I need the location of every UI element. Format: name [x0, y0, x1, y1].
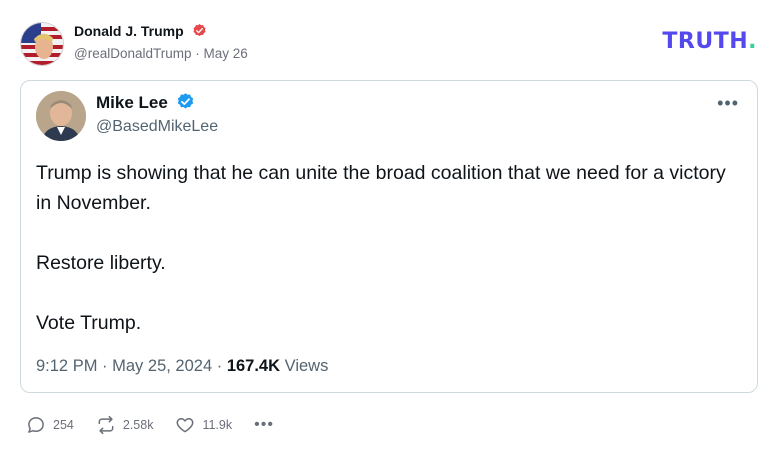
more-actions-icon[interactable]: ••• [254, 416, 274, 434]
quoted-post-card[interactable]: Mike Lee @BasedMikeLee ••• Trump is show… [20, 80, 758, 393]
author-name[interactable]: Donald J. Trump [74, 23, 207, 41]
quoted-post-text: Trump is showing that he can unite the b… [36, 158, 736, 338]
more-options-icon[interactable]: ••• [717, 93, 739, 114]
views-count: 167.4K [226, 357, 281, 375]
retruth-button[interactable]: 2.58k [96, 415, 154, 435]
quoted-timestamp-line: 9:12 PM · May 25, 2024 · 167.4K Views [36, 357, 328, 376]
truth-logo-dot: . [748, 29, 757, 54]
author-avatar[interactable] [20, 22, 64, 66]
author-name-text[interactable]: Donald J. Trump [74, 23, 184, 39]
reply-count: 254 [53, 418, 74, 432]
post-date[interactable]: May 26 [204, 46, 248, 61]
verified-badge-icon [192, 23, 207, 41]
retruth-icon [98, 415, 114, 435]
reply-icon [28, 417, 44, 433]
meta-separator: · [195, 46, 200, 61]
retruth-count: 2.58k [122, 418, 154, 432]
reply-button[interactable]: 254 [26, 415, 74, 435]
quoted-time[interactable]: 9:12 PM [36, 357, 97, 375]
quoted-author-name-text[interactable]: Mike Lee [96, 93, 168, 112]
like-count: 11.9k [202, 418, 233, 432]
quoted-paragraph-2: Restore liberty. [36, 252, 166, 274]
author-handle[interactable]: @realDonaldTrump [74, 46, 192, 61]
post-header: Donald J. Trump @realDonaldTrump · May 2… [20, 20, 760, 66]
quoted-date[interactable]: May 25, 2024 [112, 357, 212, 375]
heart-icon [177, 418, 194, 433]
post-actions: 254 2.58k 11.9k ••• [26, 414, 274, 436]
truth-logo: TRUTH. [662, 29, 757, 54]
views-label: Views [284, 357, 329, 375]
quoted-author-handle[interactable]: @BasedMikeLee [96, 118, 218, 136]
quoted-paragraph-1: Trump is showing that he can unite the b… [36, 162, 726, 214]
quoted-author-avatar[interactable] [36, 91, 86, 141]
quoted-paragraph-3: Vote Trump. [36, 312, 142, 334]
quoted-author-name[interactable]: Mike Lee [96, 92, 195, 116]
stamp-separator: · [102, 357, 108, 375]
stamp-separator-2: · [216, 357, 223, 375]
author-meta: @realDonaldTrump · May 26 [74, 46, 248, 61]
like-button[interactable]: 11.9k [175, 415, 232, 435]
truth-logo-text: TRUTH [662, 29, 749, 54]
verified-badge-icon [176, 92, 195, 116]
